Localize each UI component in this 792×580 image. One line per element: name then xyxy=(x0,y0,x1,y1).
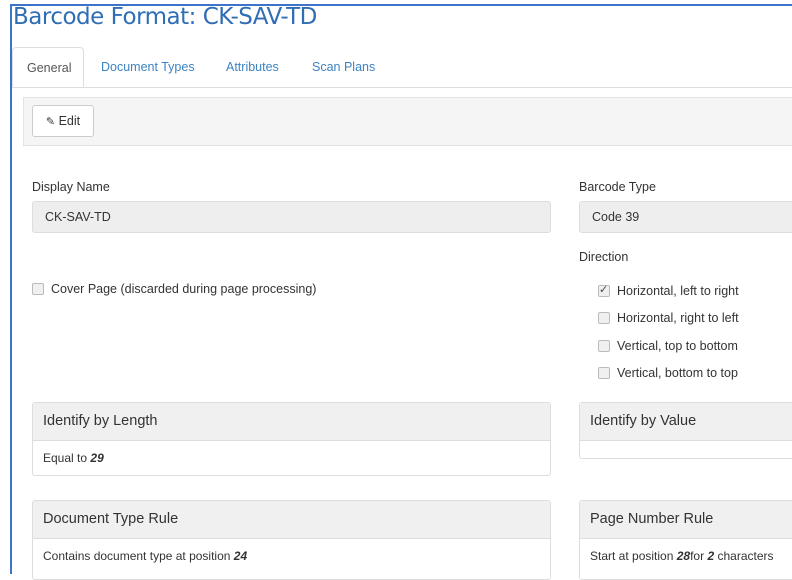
direction-label: Direction xyxy=(579,250,629,264)
identify-length-value: 29 xyxy=(90,451,104,465)
edit-icon: ✎ xyxy=(45,115,56,128)
tab-attributes[interactable]: Attributes xyxy=(212,47,293,87)
tab-document-types[interactable]: Document Types xyxy=(87,47,209,87)
cover-page-checkbox[interactable] xyxy=(32,283,44,295)
direction-option-label: Horizontal, left to right xyxy=(617,284,739,298)
identify-value-panel: Identify by Value xyxy=(579,402,792,459)
tab-bar: General Document Types Attributes Scan P… xyxy=(12,47,792,88)
page-number-rule-prefix: Start at position xyxy=(590,549,674,563)
direction-option-label: Horizontal, right to left xyxy=(617,311,739,325)
identify-length-body: Equal to 29 xyxy=(33,441,550,475)
edit-button-label: Edit xyxy=(58,114,81,128)
display-name-label: Display Name xyxy=(32,180,110,194)
direction-checkbox-h-ltr[interactable] xyxy=(598,283,610,297)
page-number-rule-mid: for xyxy=(690,549,705,563)
identify-value-title: Identify by Value xyxy=(580,403,792,441)
identify-length-panel: Identify by Length Equal to 29 xyxy=(32,402,551,476)
identify-length-prefix: Equal to xyxy=(43,451,88,465)
direction-option-label: Vertical, top to bottom xyxy=(617,339,738,353)
page-number-rule-position: 28 xyxy=(676,549,691,563)
direction-checkbox-h-rtl[interactable] xyxy=(598,312,610,324)
direction-checkbox-v-ttb[interactable] xyxy=(598,340,610,352)
page-title: Barcode Format: CK-SAV-TD xyxy=(13,4,317,30)
tab-general[interactable]: General xyxy=(12,47,84,87)
page-number-rule-count: 2 xyxy=(707,549,715,563)
page-number-rule-title: Page Number Rule xyxy=(580,501,792,539)
direction-checkbox-v-btt[interactable] xyxy=(598,367,610,379)
document-type-rule-prefix: Contains document type at position xyxy=(43,549,231,563)
display-name-field[interactable]: CK-SAV-TD xyxy=(32,201,551,233)
barcode-type-label: Barcode Type xyxy=(579,180,656,194)
document-type-rule-panel: Document Type Rule Contains document typ… xyxy=(32,500,551,580)
page-number-rule-panel: Page Number Rule Start at position 28for… xyxy=(579,500,792,580)
cover-page-label: Cover Page (discarded during page proces… xyxy=(51,282,317,296)
toolbar: ✎ Edit xyxy=(23,97,792,146)
identify-length-title: Identify by Length xyxy=(33,403,550,441)
tab-scan-plans[interactable]: Scan Plans xyxy=(298,47,389,87)
document-type-rule-body: Contains document type at position 24 xyxy=(33,539,550,573)
document-type-rule-position: 24 xyxy=(233,549,248,563)
document-type-rule-title: Document Type Rule xyxy=(33,501,550,539)
edit-button[interactable]: ✎ Edit xyxy=(32,105,94,137)
direction-option-label: Vertical, bottom to top xyxy=(617,366,738,380)
page-number-rule-body: Start at position 28for 2 characters xyxy=(580,539,792,573)
page-number-rule-suffix: characters xyxy=(717,549,774,563)
barcode-type-field[interactable]: Code 39 xyxy=(579,201,792,233)
